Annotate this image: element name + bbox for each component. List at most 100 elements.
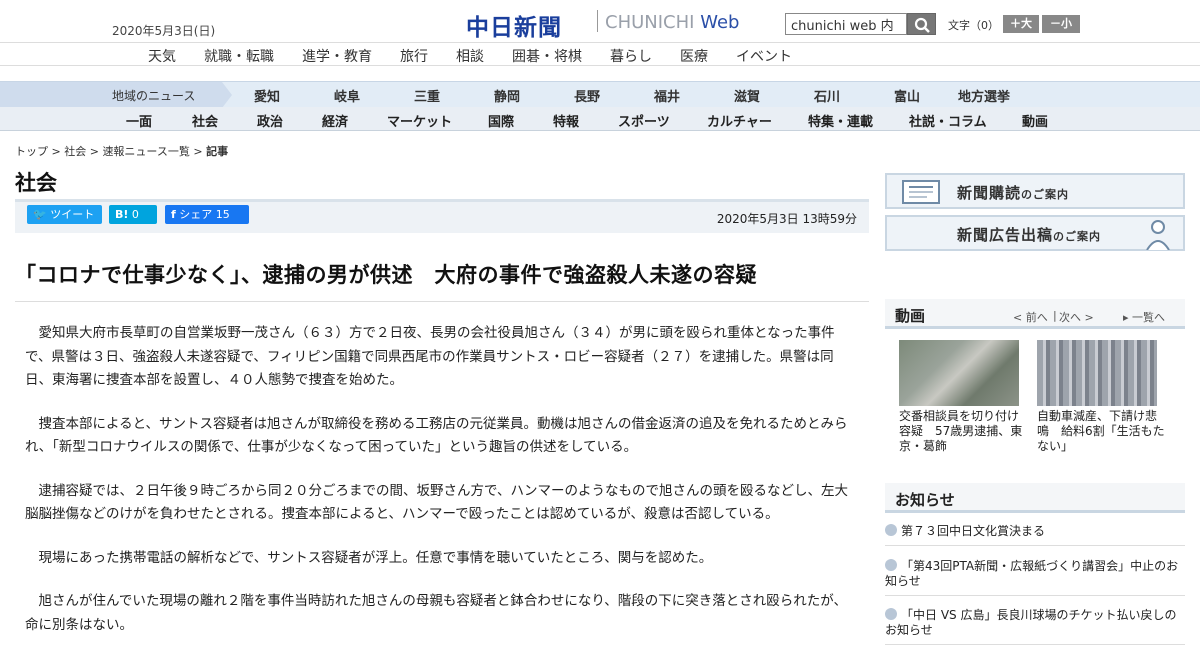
- tweet-button[interactable]: 🐦 ツイート: [27, 205, 102, 224]
- category-living[interactable]: 暮らし: [610, 46, 652, 66]
- logo-en-text: CHUNICHI: [605, 12, 695, 33]
- facebook-share-count: 15: [215, 208, 230, 221]
- share-bar: 🐦 ツイート B! 0 f シェア 15 2020年5月3日 13時59分: [15, 199, 869, 233]
- newspaper-icon: [902, 180, 940, 204]
- nav-society[interactable]: 社会: [192, 111, 218, 130]
- nav-front[interactable]: 一面: [126, 111, 152, 130]
- breadcrumb-separator: >: [51, 145, 61, 158]
- advertising-banner[interactable]: 新聞広告出稿のご案内: [885, 215, 1185, 251]
- region-nav-title: 地域のニュース: [0, 82, 232, 108]
- video-prev-link[interactable]: < 前へ: [1013, 309, 1048, 325]
- main-nav: 一面 社会 政治 経済 マーケット 国際 特報 スポーツ カルチャー 特集・連載…: [0, 107, 1200, 131]
- nav-sports[interactable]: スポーツ: [618, 111, 670, 130]
- logo-divider: [597, 10, 598, 32]
- hatena-bookmark-button[interactable]: B! 0: [109, 205, 157, 224]
- breadcrumb-society[interactable]: 社会: [64, 145, 86, 158]
- region-shiga[interactable]: 滋賀: [734, 86, 760, 105]
- nav-market[interactable]: マーケット: [387, 111, 452, 130]
- hatena-icon: B!: [115, 208, 129, 221]
- nav-politics[interactable]: 政治: [257, 111, 283, 130]
- region-gifu[interactable]: 岐阜: [334, 86, 360, 105]
- category-medical[interactable]: 医療: [680, 46, 708, 66]
- tweet-label: ツイート: [50, 208, 95, 221]
- article-paragraph: 現場にあった携帯電話の解析などで、サントス容疑者が浮上。任意で事情を聴いていたと…: [38, 549, 713, 566]
- subscription-banner[interactable]: 新聞購読のご案内: [885, 173, 1185, 209]
- publish-date: 2020年5月3日 13時59分: [716, 212, 857, 226]
- video-thumbnail[interactable]: [899, 340, 1019, 406]
- video-section-title: 動画: [895, 307, 926, 325]
- region-elections[interactable]: 地方選挙: [958, 86, 1010, 105]
- video-caption[interactable]: 交番相談員を切り付け容疑 57歳男逮捕、東京・葛飾: [899, 409, 1027, 454]
- subscription-banner-text: 新聞購読のご案内: [957, 182, 1069, 203]
- site-logo-en[interactable]: CHUNICHI Web: [605, 12, 739, 33]
- logo-web-text: Web: [700, 12, 740, 33]
- region-toyama[interactable]: 富山: [894, 86, 920, 105]
- nav-video[interactable]: 動画: [1022, 111, 1048, 130]
- advertising-banner-text: 新聞広告出稿のご案内: [957, 224, 1101, 245]
- region-aichi[interactable]: 愛知: [254, 86, 280, 105]
- category-events[interactable]: イベント: [736, 46, 792, 66]
- article-headline: 「コロナで仕事少なく」、逮捕の男が供述 大府の事件で強盗殺人未遂の容疑: [15, 263, 757, 287]
- nav-economy[interactable]: 経済: [322, 111, 348, 130]
- search-input[interactable]: [785, 13, 907, 35]
- video-list-label: 一覧へ: [1132, 311, 1166, 324]
- nav-editorial[interactable]: 社説・コラム: [909, 111, 987, 130]
- notice-item-text: 「第43回PTA新聞・広報紙づくり講習会」中止のお知らせ: [885, 559, 1179, 588]
- category-consult[interactable]: 相談: [456, 46, 484, 66]
- breadcrumb-current: 記事: [206, 145, 229, 158]
- arrow-right-icon: [885, 524, 897, 536]
- notice-item-text: 第７３回中日文化賞決まる: [901, 524, 1046, 538]
- site-header: 2020年5月3日(日) 中日新聞 CHUNICHI Web 文字（0） ＋大 …: [0, 0, 1200, 42]
- arrow-right-icon: [885, 559, 897, 571]
- region-nav: 地域のニュース 愛知 岐阜 三重 静岡 長野 福井 滋賀 石川 富山 地方選挙: [0, 81, 1200, 108]
- region-nagano[interactable]: 長野: [574, 86, 600, 105]
- region-mie[interactable]: 三重: [414, 86, 440, 105]
- region-ishikawa[interactable]: 石川: [814, 86, 840, 105]
- notice-item-text: 「中日 VS 広島」長良川球場のチケット払い戻しのお知らせ: [885, 608, 1177, 637]
- subscription-banner-main: 新聞購読: [957, 184, 1022, 202]
- video-list-link[interactable]: ▸ 一覧へ: [1123, 309, 1165, 325]
- nav-international[interactable]: 国際: [488, 111, 514, 130]
- category-education[interactable]: 進学・教育: [302, 46, 372, 66]
- nav-features[interactable]: 特集・連載: [808, 111, 873, 130]
- notices-section-title: お知らせ: [895, 491, 955, 509]
- notice-item[interactable]: 「中日 VS 広島」長良川球場のチケット払い戻しのお知らせ: [885, 608, 1185, 645]
- region-fukui[interactable]: 福井: [654, 86, 680, 105]
- font-smaller-button[interactable]: －小: [1042, 15, 1080, 33]
- advertising-banner-main: 新聞広告出稿: [957, 226, 1054, 244]
- notice-item[interactable]: 第７３回中日文化賞決まる: [885, 524, 1185, 546]
- breadcrumb-top[interactable]: トップ: [15, 145, 48, 158]
- video-caption[interactable]: 自動車減産、下請け悲鳴 給料6割「生活もたない」: [1037, 409, 1165, 454]
- font-size-label: 文字（0）: [948, 19, 999, 32]
- category-jobs[interactable]: 就職・転職: [204, 46, 274, 66]
- site-logo[interactable]: 中日新聞: [466, 8, 562, 42]
- facebook-icon: f: [171, 208, 176, 221]
- font-larger-button[interactable]: ＋大: [1003, 15, 1039, 33]
- breadcrumb-separator: >: [193, 145, 203, 158]
- search-button[interactable]: [907, 13, 936, 35]
- category-igo-shogi[interactable]: 囲碁・将棋: [512, 46, 582, 66]
- breadcrumb-flash-news[interactable]: 速報ニュース一覧: [102, 145, 189, 158]
- facebook-share-button[interactable]: f シェア 15: [165, 205, 249, 224]
- notice-item[interactable]: 「第43回PTA新聞・広報紙づくり講習会」中止のお知らせ: [885, 559, 1185, 596]
- facebook-share-label: シェア: [179, 208, 213, 221]
- section-title: 社会: [15, 171, 57, 195]
- headline-divider: [15, 301, 869, 302]
- hatena-count: 0: [131, 208, 139, 221]
- article-paragraph: 愛知県大府市長草町の自営業坂野一茂さん（６３）方で２日夜、長男の会社役員旭さん（…: [25, 325, 835, 388]
- arrow-right-icon: [885, 608, 897, 620]
- subscription-banner-sub: のご案内: [1021, 188, 1070, 201]
- article-paragraph: 捜査本部によると、サントス容疑者は旭さんが取締役を務める工務店の元従業員。動機は…: [25, 415, 848, 456]
- nav-special-report[interactable]: 特報: [553, 111, 579, 130]
- category-nav: 天気 就職・転職 進学・教育 旅行 相談 囲碁・将棋 暮らし 医療 イベント: [0, 42, 1200, 66]
- person-icon: [1146, 220, 1170, 250]
- video-thumbnail[interactable]: [1037, 340, 1157, 406]
- nav-culture[interactable]: カルチャー: [707, 111, 772, 130]
- region-shizuoka[interactable]: 静岡: [494, 86, 520, 105]
- advertising-banner-sub: のご案内: [1053, 230, 1102, 243]
- category-weather[interactable]: 天気: [148, 46, 176, 66]
- article-body: 愛知県大府市長草町の自営業坂野一茂さん（６３）方で２日夜、長男の会社役員旭さん（…: [25, 322, 855, 657]
- category-travel[interactable]: 旅行: [400, 46, 428, 66]
- video-next-link[interactable]: 次へ >: [1059, 309, 1094, 325]
- video-nav-separator: |: [1053, 309, 1057, 322]
